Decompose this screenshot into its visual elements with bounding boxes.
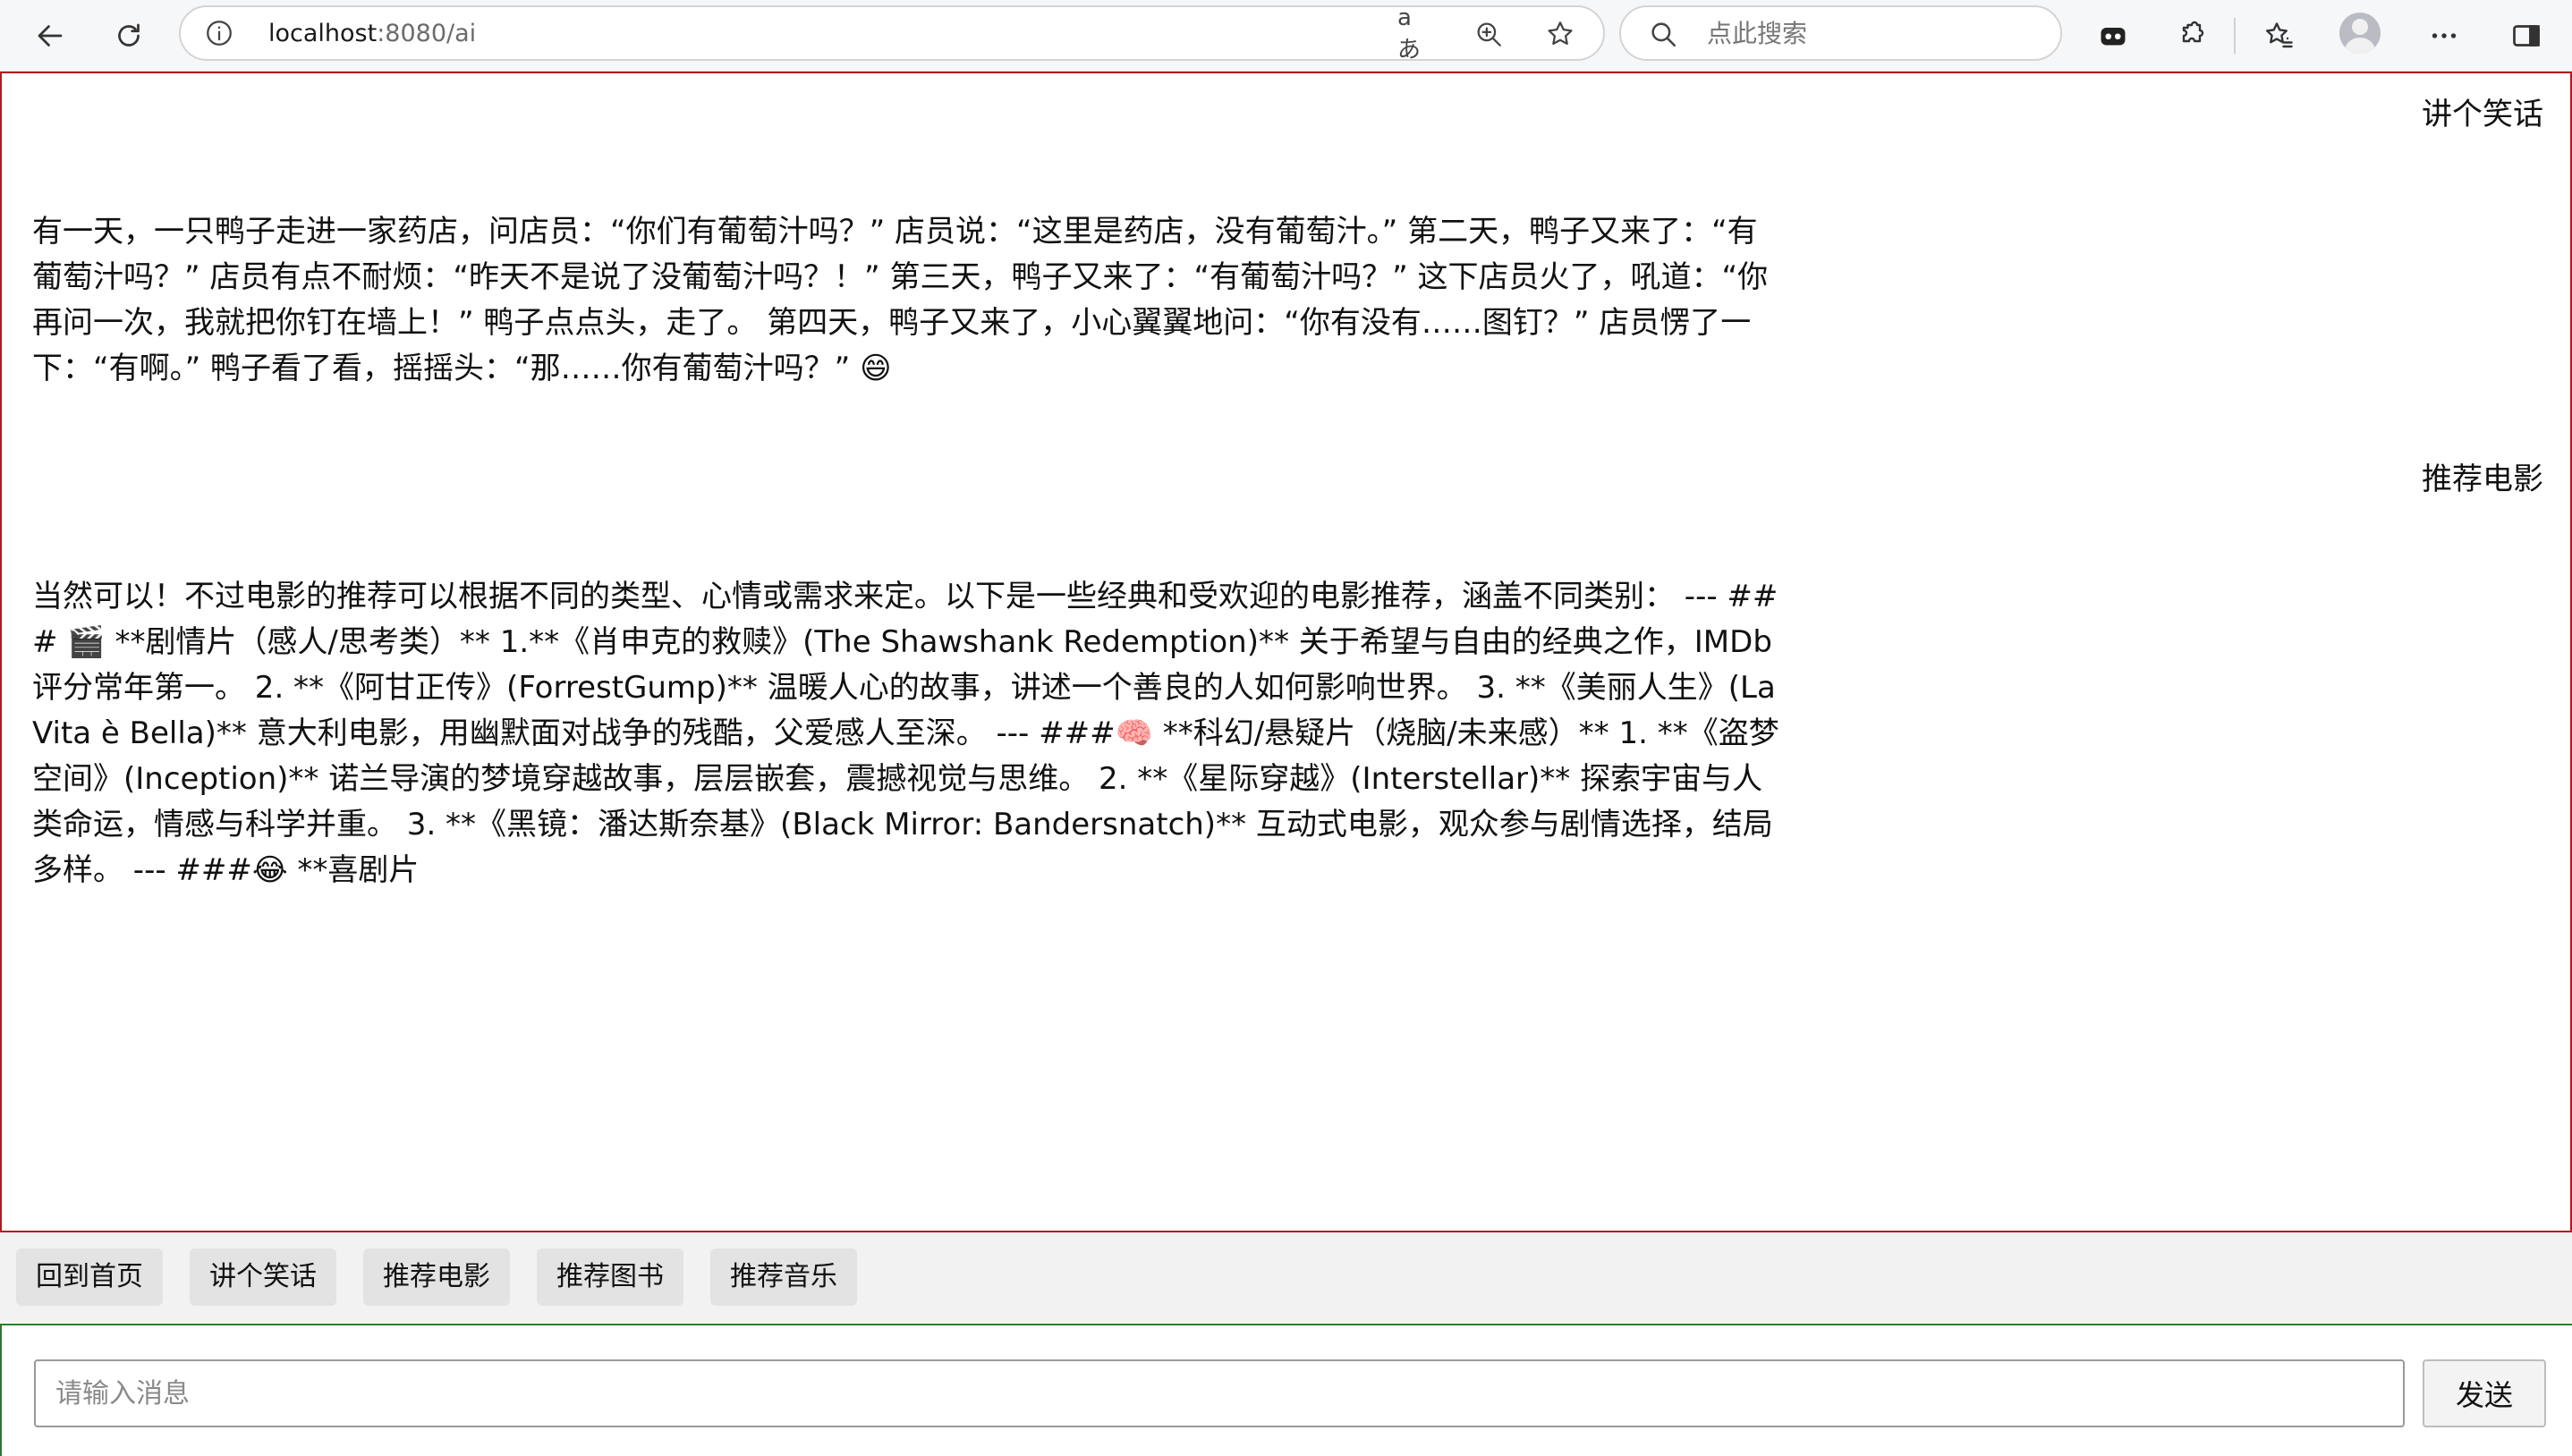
search-placeholder: 点此搜索: [1707, 19, 1808, 48]
send-button[interactable]: 发送: [2423, 1359, 2546, 1427]
message-input-bar: 发送: [0, 1324, 2572, 1456]
message-input[interactable]: [34, 1359, 2405, 1427]
refresh-icon: [118, 23, 140, 47]
info-icon[interactable]: [204, 18, 234, 48]
ai-message: 当然可以！不过电影的推荐可以根据不同的类型、心情或需求来定。以下是一些经典和受欢…: [32, 579, 1779, 888]
back-arrow-icon: [38, 25, 63, 47]
browser-toolbar: localhost:8080/ai aあ 点此搜索: [0, 0, 2572, 72]
recommend-music-button[interactable]: 推荐音乐: [710, 1249, 857, 1306]
back-button[interactable]: [25, 11, 75, 61]
url-host: localhost: [268, 20, 378, 47]
url-text[interactable]: localhost:8080/ai: [268, 20, 476, 48]
browser-search-box[interactable]: 点此搜索: [1619, 5, 2062, 61]
read-aloud-icon[interactable]: aあ: [1397, 4, 1430, 63]
copilot-icon[interactable]: [2088, 11, 2138, 61]
search-icon: [1651, 22, 1676, 47]
recommend-book-button[interactable]: 推荐图书: [537, 1249, 683, 1306]
star-icon[interactable]: [1544, 18, 1576, 50]
toolbar-divider: [2234, 18, 2236, 54]
quick-action-bar: 回到首页 讲个笑话 推荐电影 推荐图书 推荐音乐: [0, 1232, 2572, 1322]
recommend-movie-button[interactable]: 推荐电影: [363, 1249, 510, 1306]
user-message: 讲个笑话: [2422, 97, 2543, 132]
extensions-icon[interactable]: [2167, 11, 2217, 61]
profile-avatar[interactable]: [2339, 13, 2381, 54]
url-path: :8080/ai: [377, 20, 477, 47]
address-bar[interactable]: localhost:8080/ai aあ: [179, 4, 1605, 63]
refresh-button[interactable]: [104, 11, 154, 61]
chat-messages-panel[interactable]: 讲个笑话 有一天，一只鸭子走进一家药店，问店员：“你们有葡萄汁吗？” 店员说：“…: [0, 72, 2572, 1232]
zoom-icon[interactable]: [1473, 18, 1505, 50]
joke-button[interactable]: 讲个笑话: [190, 1249, 336, 1306]
user-message: 推荐电影: [2422, 461, 2543, 497]
ai-message: 有一天，一只鸭子走进一家药店，问店员：“你们有葡萄汁吗？” 店员说：“这里是药店…: [32, 214, 1769, 386]
home-button[interactable]: 回到首页: [16, 1249, 163, 1306]
sidebar-icon[interactable]: [2501, 11, 2551, 61]
more-icon[interactable]: [2419, 11, 2469, 61]
favorites-icon[interactable]: [2254, 11, 2305, 61]
